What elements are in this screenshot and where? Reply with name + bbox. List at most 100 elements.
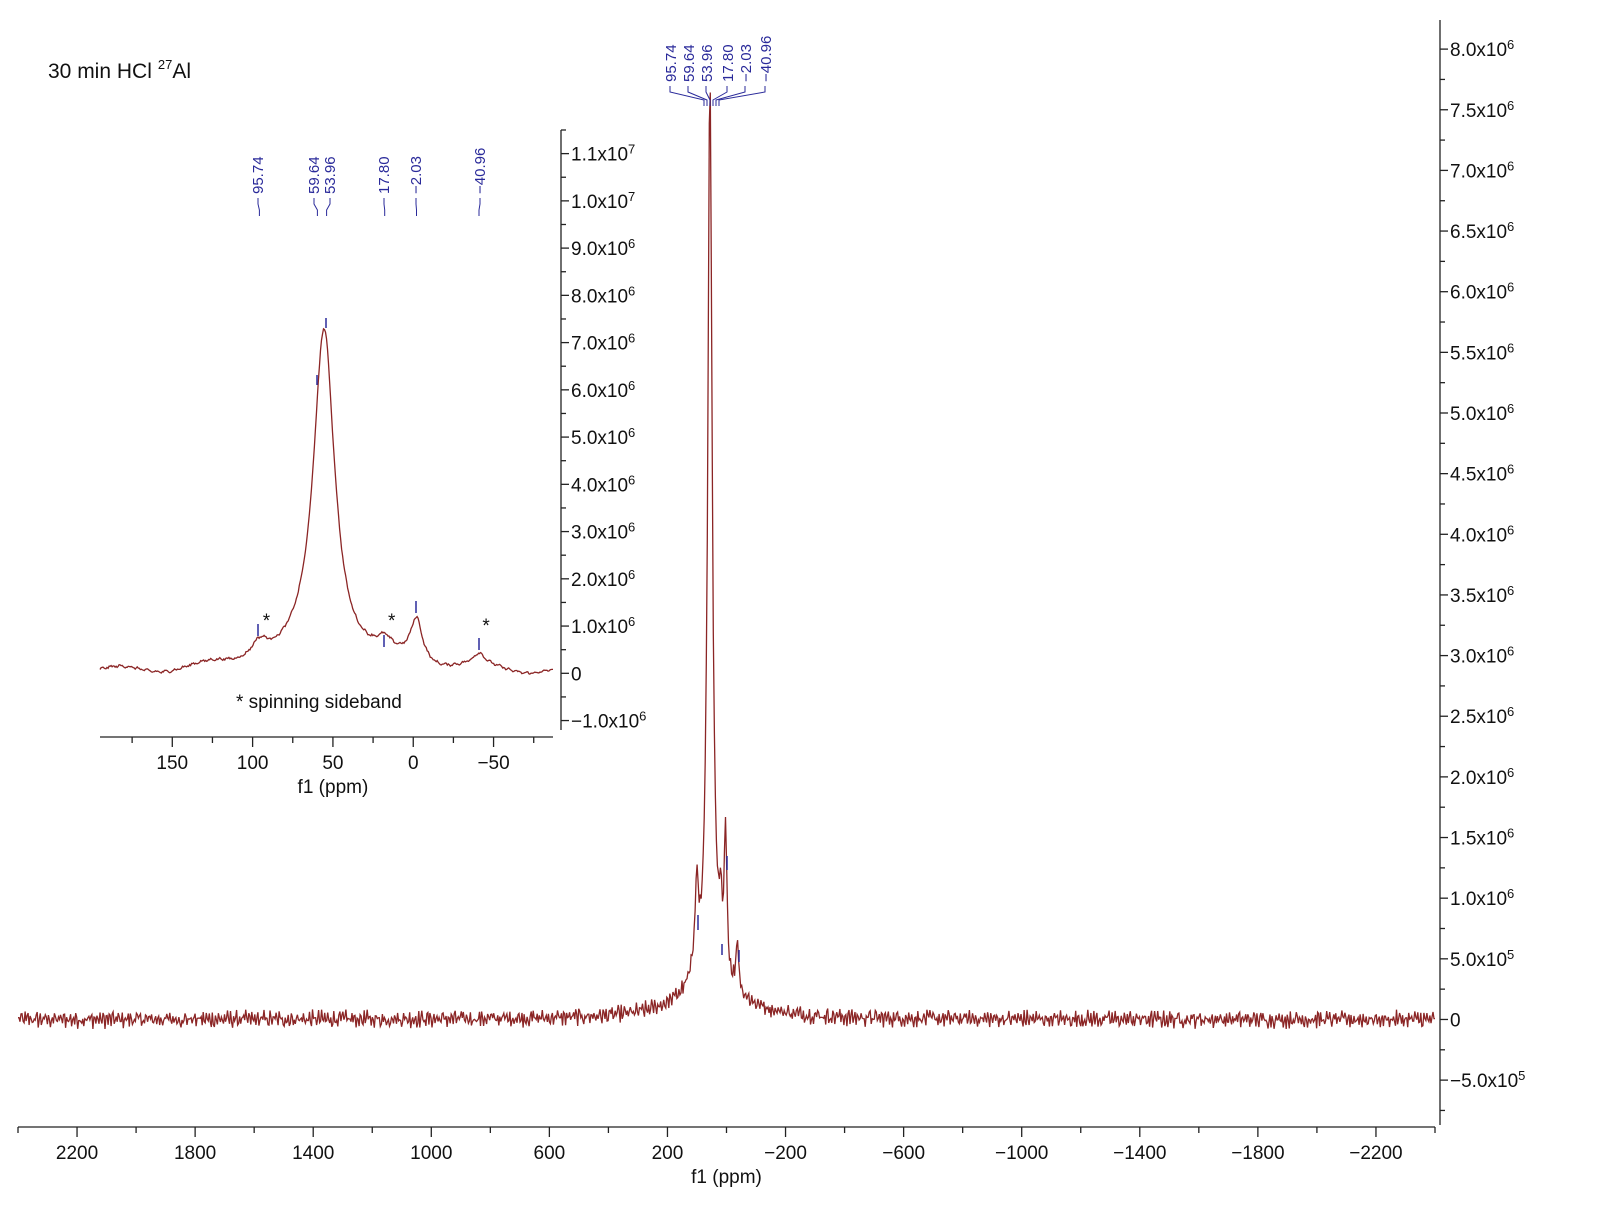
peak-label: −2.03 bbox=[408, 156, 425, 194]
y-tick-exponent: 6 bbox=[628, 614, 635, 629]
x-tick-label: 0 bbox=[408, 753, 419, 774]
y-tick-mantissa: 4.0x10 bbox=[571, 475, 628, 496]
y-tick-mantissa: 0 bbox=[1450, 1010, 1461, 1031]
y-tick-exponent: 5 bbox=[1518, 1068, 1525, 1083]
title-text: 30 min HCl bbox=[48, 60, 152, 83]
sideband-annotation: * spinning sideband bbox=[236, 692, 402, 713]
y-tick-mantissa: 1.0x10 bbox=[571, 192, 628, 213]
y-tick-exponent: 7 bbox=[628, 189, 635, 204]
y-tick-label: 7.5x106 bbox=[1450, 98, 1514, 122]
y-tick-exponent: 7 bbox=[628, 142, 635, 157]
inset-spectrum: 150 100 50 0 −50f1 (ppm)1.1x1071.0x1079.0x10… bbox=[99, 129, 646, 798]
y-tick-label: −5.0x105 bbox=[1450, 1068, 1525, 1092]
y-tick-mantissa: 9.0x10 bbox=[571, 239, 628, 260]
peak-label-connector bbox=[478, 198, 481, 216]
y-tick-label: 5.5x106 bbox=[1450, 340, 1514, 364]
y-tick-mantissa: −5.0x10 bbox=[1450, 1071, 1518, 1092]
peak-label: 17.80 bbox=[720, 44, 737, 82]
y-tick-mantissa: 0 bbox=[571, 664, 582, 685]
y-tick-mantissa: 8.0x10 bbox=[571, 286, 628, 307]
y-tick-mantissa: 1.0x10 bbox=[571, 617, 628, 638]
title-isotope-mass: 27 bbox=[158, 57, 172, 72]
y-tick-exponent: 6 bbox=[628, 283, 635, 298]
y-tick-exponent: 6 bbox=[1507, 37, 1514, 52]
y-tick-exponent: 6 bbox=[1507, 826, 1514, 841]
nmr-figure: 2200 1800 1400 1000 600 200 −200 −600 −1000 −1400… bbox=[17, 20, 1525, 1188]
y-tick-label: 5.0x106 bbox=[1450, 401, 1514, 425]
y-tick-exponent: 6 bbox=[1507, 280, 1514, 295]
y-tick-exponent: 6 bbox=[628, 425, 635, 440]
peak-label-connector bbox=[718, 86, 766, 106]
sideband-marker: * bbox=[263, 611, 271, 632]
y-tick-exponent: 6 bbox=[1507, 340, 1514, 355]
y-tick-exponent: 6 bbox=[628, 236, 635, 251]
y-tick-exponent: 6 bbox=[628, 567, 635, 582]
y-tick-exponent: 6 bbox=[1507, 765, 1514, 780]
x-tick-label: 1000 bbox=[410, 1143, 452, 1164]
y-tick-label: 2.5x106 bbox=[1450, 704, 1514, 728]
y-tick-label: 6.0x106 bbox=[1450, 280, 1514, 304]
peak-label-connector bbox=[257, 198, 260, 216]
x-tick-label: 1400 bbox=[292, 1143, 334, 1164]
y-tick-exponent: 5 bbox=[1507, 947, 1514, 962]
y-tick-label: 3.0x106 bbox=[1450, 644, 1514, 668]
sideband-marker: * bbox=[482, 616, 490, 637]
y-tick-exponent: 6 bbox=[628, 520, 635, 535]
y-tick-label: 2.0x106 bbox=[1450, 765, 1514, 789]
y-tick-exponent: 6 bbox=[1507, 704, 1514, 719]
y-tick-label: 3.0x106 bbox=[571, 520, 635, 544]
y-tick-label: 6.5x106 bbox=[1450, 219, 1514, 243]
y-tick-mantissa: 5.0x10 bbox=[1450, 950, 1507, 971]
y-tick-mantissa: 7.5x10 bbox=[1450, 101, 1507, 122]
y-tick-exponent: 6 bbox=[1507, 583, 1514, 598]
y-tick-exponent: 6 bbox=[1507, 886, 1514, 901]
y-tick-mantissa: 1.1x10 bbox=[571, 145, 628, 166]
y-tick-label: 0 bbox=[571, 664, 582, 685]
y-tick-exponent: 6 bbox=[1507, 401, 1514, 416]
spectrum-line bbox=[18, 92, 1435, 1030]
y-tick-label: 1.5x106 bbox=[1450, 826, 1514, 850]
y-tick-label: −1.0x106 bbox=[571, 709, 646, 733]
peak-label-connector bbox=[712, 86, 728, 106]
title-isotope: Al bbox=[172, 60, 191, 83]
y-tick-label: 2.0x106 bbox=[571, 567, 635, 591]
y-tick-label: 7.0x106 bbox=[571, 331, 635, 355]
peak-label: 17.80 bbox=[376, 156, 393, 194]
peak-label: −40.96 bbox=[472, 148, 489, 194]
main-spectrum: 2200 1800 1400 1000 600 200 −200 −600 −1000 −1400… bbox=[17, 20, 1525, 1188]
y-tick-mantissa: 7.0x10 bbox=[571, 334, 628, 355]
y-tick-label: 1.1x107 bbox=[571, 142, 635, 166]
y-tick-mantissa: 2.0x10 bbox=[571, 570, 628, 591]
y-tick-label: 7.0x106 bbox=[1450, 158, 1514, 182]
y-tick-mantissa: 5.5x10 bbox=[1450, 343, 1507, 364]
y-tick-label: 4.0x106 bbox=[571, 472, 635, 496]
x-tick-label: 1800 bbox=[174, 1143, 216, 1164]
y-tick-label: 6.0x106 bbox=[571, 378, 635, 402]
x-tick-label: −1400 bbox=[1113, 1143, 1166, 1164]
y-tick-label: 9.0x106 bbox=[571, 236, 635, 260]
x-tick-label: 150 bbox=[156, 753, 188, 774]
y-tick-exponent: 6 bbox=[628, 472, 635, 487]
y-tick-label: 4.0x106 bbox=[1450, 522, 1514, 546]
peak-label: 59.64 bbox=[681, 44, 698, 82]
x-tick-label: 50 bbox=[322, 753, 343, 774]
y-tick-exponent: 6 bbox=[1507, 462, 1514, 477]
y-tick-mantissa: 1.0x10 bbox=[1450, 889, 1507, 910]
y-tick-exponent: 6 bbox=[628, 378, 635, 393]
y-tick-mantissa: 3.5x10 bbox=[1450, 586, 1507, 607]
y-tick-mantissa: 3.0x10 bbox=[571, 523, 628, 544]
y-tick-exponent: 6 bbox=[1507, 98, 1514, 113]
y-tick-exponent: 6 bbox=[1507, 522, 1514, 537]
y-tick-exponent: 6 bbox=[1507, 644, 1514, 659]
peak-label: −2.03 bbox=[738, 44, 755, 82]
peak-label: 53.96 bbox=[699, 44, 716, 82]
y-tick-mantissa: 5.0x10 bbox=[1450, 404, 1507, 425]
x-tick-label: 100 bbox=[237, 753, 269, 774]
y-tick-exponent: 6 bbox=[1507, 219, 1514, 234]
y-tick-mantissa: 8.0x10 bbox=[1450, 40, 1507, 61]
peak-label-connector bbox=[313, 198, 318, 216]
x-tick-label: 2200 bbox=[56, 1143, 98, 1164]
peak-label: 59.64 bbox=[306, 156, 323, 194]
peak-label-connector bbox=[326, 198, 331, 216]
y-tick-mantissa: 5.0x10 bbox=[571, 428, 628, 449]
